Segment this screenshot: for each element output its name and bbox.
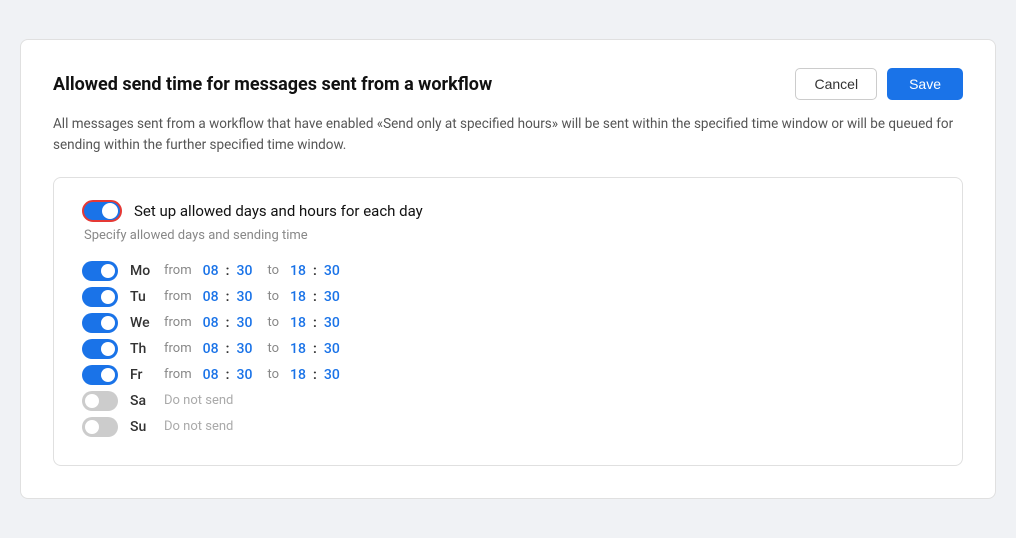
from-hour[interactable]: 08 — [200, 289, 222, 305]
day-row-mo: Mo from 08 : 30 to 18 : 30 — [82, 261, 934, 281]
day-row-fr: Fr from 08 : 30 to 18 : 30 — [82, 365, 934, 385]
to-hour[interactable]: 18 — [287, 341, 309, 357]
to-hour[interactable]: 18 — [287, 367, 309, 383]
to-min[interactable]: 30 — [321, 315, 343, 331]
day-row-th: Th from 08 : 30 to 18 : 30 — [82, 339, 934, 359]
day-name-mo: Mo — [130, 263, 158, 279]
header-actions: Cancel Save — [795, 68, 963, 100]
day-toggle-knob — [101, 342, 115, 356]
to-label: to — [267, 315, 279, 330]
to-label: to — [267, 263, 279, 278]
days-table: Mo from 08 : 30 to 18 : 30 Tu from 08 : … — [82, 261, 934, 437]
time-section-mo: from 08 : 30 to 18 : 30 — [164, 263, 343, 279]
day-name-su: Su — [130, 419, 158, 435]
to-hour[interactable]: 18 — [287, 289, 309, 305]
to-min[interactable]: 30 — [321, 289, 343, 305]
day-name-we: We — [130, 315, 158, 331]
from-label: from — [164, 289, 192, 304]
from-label: from — [164, 341, 192, 356]
to-label: to — [267, 289, 279, 304]
page-title: Allowed send time for messages sent from… — [53, 74, 492, 95]
day-name-tu: Tu — [130, 289, 158, 305]
main-toggle-label: Set up allowed days and hours for each d… — [134, 202, 423, 220]
main-toggle-knob — [102, 203, 118, 219]
day-row-we: We from 08 : 30 to 18 : 30 — [82, 313, 934, 333]
header-row: Allowed send time for messages sent from… — [53, 68, 963, 100]
from-min[interactable]: 30 — [233, 263, 255, 279]
do-not-send-sa: Do not send — [164, 393, 233, 408]
from-label: from — [164, 263, 192, 278]
to-label: to — [267, 341, 279, 356]
day-toggle-knob — [101, 264, 115, 278]
day-row-tu: Tu from 08 : 30 to 18 : 30 — [82, 287, 934, 307]
day-toggle-we[interactable] — [82, 313, 118, 333]
day-toggle-sa[interactable] — [82, 391, 118, 411]
day-toggle-knob — [101, 290, 115, 304]
description-text: All messages sent from a workflow that h… — [53, 114, 963, 155]
to-hour[interactable]: 18 — [287, 315, 309, 331]
day-name-th: Th — [130, 341, 158, 357]
time-section-th: from 08 : 30 to 18 : 30 — [164, 341, 343, 357]
to-min[interactable]: 30 — [321, 263, 343, 279]
main-toggle[interactable] — [82, 200, 122, 222]
day-row-su: Su Do not send — [82, 417, 934, 437]
day-toggle-mo[interactable] — [82, 261, 118, 281]
from-min[interactable]: 30 — [233, 315, 255, 331]
time-section-tu: from 08 : 30 to 18 : 30 — [164, 289, 343, 305]
day-toggle-th[interactable] — [82, 339, 118, 359]
save-button[interactable]: Save — [887, 68, 963, 100]
from-label: from — [164, 315, 192, 330]
from-min[interactable]: 30 — [233, 289, 255, 305]
page-wrapper: Allowed send time for messages sent from… — [20, 39, 996, 499]
to-hour[interactable]: 18 — [287, 263, 309, 279]
day-name-fr: Fr — [130, 367, 158, 383]
to-min[interactable]: 30 — [321, 367, 343, 383]
day-row-sa: Sa Do not send — [82, 391, 934, 411]
from-min[interactable]: 30 — [233, 367, 255, 383]
day-toggle-knob — [101, 316, 115, 330]
day-toggle-su[interactable] — [82, 417, 118, 437]
day-toggle-knob — [85, 420, 99, 434]
to-min[interactable]: 30 — [321, 341, 343, 357]
day-toggle-knob — [101, 368, 115, 382]
time-section-fr: from 08 : 30 to 18 : 30 — [164, 367, 343, 383]
from-hour[interactable]: 08 — [200, 367, 222, 383]
day-name-sa: Sa — [130, 393, 158, 409]
from-hour[interactable]: 08 — [200, 315, 222, 331]
do-not-send-su: Do not send — [164, 419, 233, 434]
time-section-we: from 08 : 30 to 18 : 30 — [164, 315, 343, 331]
day-toggle-knob — [85, 394, 99, 408]
to-label: to — [267, 367, 279, 382]
from-min[interactable]: 30 — [233, 341, 255, 357]
day-toggle-tu[interactable] — [82, 287, 118, 307]
cancel-button[interactable]: Cancel — [795, 68, 877, 100]
from-hour[interactable]: 08 — [200, 263, 222, 279]
sub-label: Specify allowed days and sending time — [84, 228, 934, 243]
day-toggle-fr[interactable] — [82, 365, 118, 385]
settings-card: Set up allowed days and hours for each d… — [53, 177, 963, 466]
from-hour[interactable]: 08 — [200, 341, 222, 357]
main-toggle-row: Set up allowed days and hours for each d… — [82, 200, 934, 222]
from-label: from — [164, 367, 192, 382]
